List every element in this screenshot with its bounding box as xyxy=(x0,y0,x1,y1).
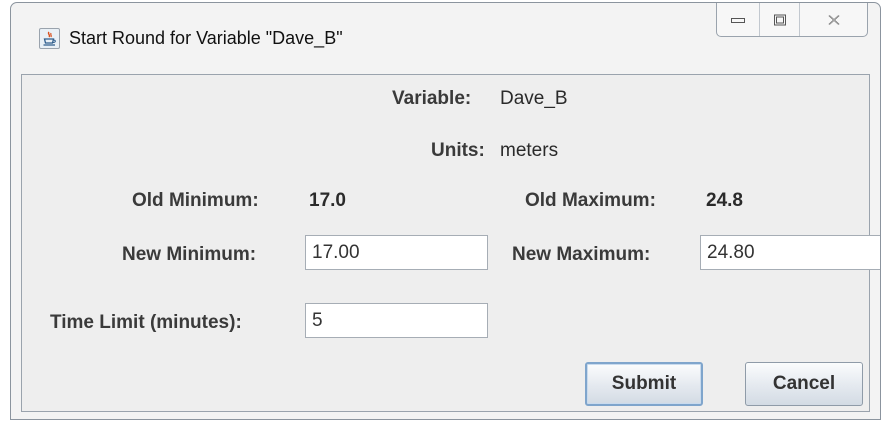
variable-value: Dave_B xyxy=(500,88,568,109)
time-limit-label: Time Limit (minutes): xyxy=(50,312,242,333)
close-button[interactable] xyxy=(799,3,867,36)
new-maximum-input[interactable] xyxy=(700,235,880,270)
time-limit-input[interactable] xyxy=(305,303,488,338)
window-controls xyxy=(716,3,868,37)
old-minimum-label: Old Minimum: xyxy=(132,190,259,211)
minimize-icon xyxy=(731,17,745,23)
units-label: Units: xyxy=(431,140,485,161)
minimize-button[interactable] xyxy=(717,3,759,36)
units-value: meters xyxy=(500,140,559,161)
new-maximum-label: New Maximum: xyxy=(512,244,651,265)
old-maximum-value: 24.8 xyxy=(706,190,743,211)
window-title: Start Round for Variable "Dave_B" xyxy=(69,28,343,48)
submit-button[interactable]: Submit xyxy=(585,362,703,406)
maximize-button[interactable] xyxy=(759,3,799,36)
dialog-content: Variable: Dave_B Units: meters Old Minim… xyxy=(21,74,880,412)
old-minimum-value: 17.0 xyxy=(309,190,346,211)
title-bar[interactable]: Start Round for Variable "Dave_B" xyxy=(11,3,880,75)
old-maximum-label: Old Maximum: xyxy=(525,190,656,211)
java-cup-icon xyxy=(39,28,60,49)
variable-label: Variable: xyxy=(392,88,472,109)
dialog-window: Start Round for Variable "Dave_B" Variab… xyxy=(10,2,881,420)
new-minimum-input[interactable] xyxy=(305,235,488,270)
close-icon xyxy=(828,14,839,25)
cancel-button[interactable]: Cancel xyxy=(745,362,863,406)
maximize-icon xyxy=(773,14,786,25)
new-minimum-label: New Minimum: xyxy=(122,244,257,265)
